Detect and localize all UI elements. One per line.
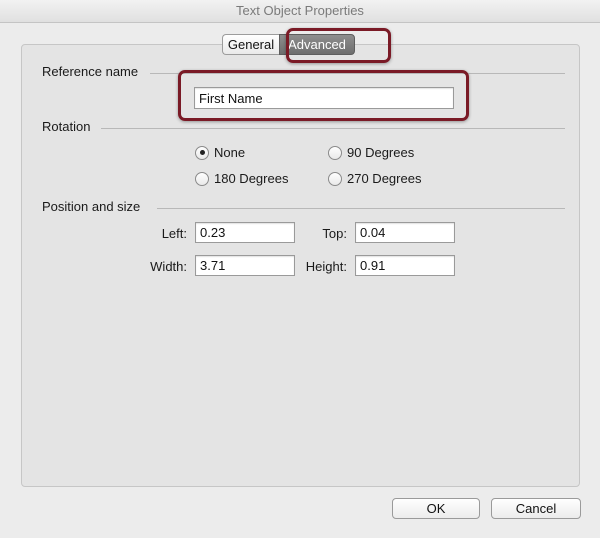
position-divider bbox=[157, 208, 565, 209]
left-input[interactable] bbox=[195, 222, 295, 243]
radio-button[interactable] bbox=[195, 145, 209, 160]
cancel-button[interactable]: Cancel bbox=[491, 498, 581, 519]
rotation-divider bbox=[101, 128, 565, 129]
rotation-option-180[interactable]: 180 Degrees bbox=[195, 171, 288, 186]
rotation-none-label: None bbox=[214, 145, 246, 160]
rotation-90-label: 90 Degrees bbox=[347, 145, 415, 160]
top-input[interactable] bbox=[355, 222, 455, 243]
height-label: Height: bbox=[305, 259, 347, 274]
height-input[interactable] bbox=[355, 255, 455, 276]
rotation-180-label: 180 Degrees bbox=[214, 171, 289, 186]
radio-button[interactable] bbox=[195, 171, 209, 186]
rotation-option-270[interactable]: 270 Degrees bbox=[328, 171, 421, 186]
rotation-option-90[interactable]: 90 Degrees bbox=[328, 145, 414, 160]
reference-name-label: Reference name bbox=[42, 64, 139, 79]
rotation-label: Rotation bbox=[42, 119, 91, 134]
width-input[interactable] bbox=[195, 255, 295, 276]
tab-general[interactable]: General bbox=[222, 34, 279, 55]
ok-button[interactable]: OK bbox=[392, 498, 480, 519]
window-title: Text Object Properties bbox=[0, 0, 600, 23]
tab-advanced[interactable]: Advanced bbox=[279, 34, 355, 55]
rotation-option-none[interactable]: None bbox=[195, 145, 245, 160]
top-label: Top: bbox=[322, 226, 347, 241]
radio-button[interactable] bbox=[328, 145, 342, 160]
width-label: Width: bbox=[150, 259, 187, 274]
tab-bar: General Advanced bbox=[222, 34, 355, 55]
reference-divider bbox=[150, 73, 565, 74]
position-size-label: Position and size bbox=[42, 199, 141, 214]
rotation-270-label: 270 Degrees bbox=[347, 171, 422, 186]
radio-button[interactable] bbox=[328, 171, 342, 186]
left-label: Left: bbox=[161, 226, 187, 241]
reference-name-input[interactable] bbox=[194, 87, 454, 109]
radio-selected-dot bbox=[199, 150, 205, 155]
